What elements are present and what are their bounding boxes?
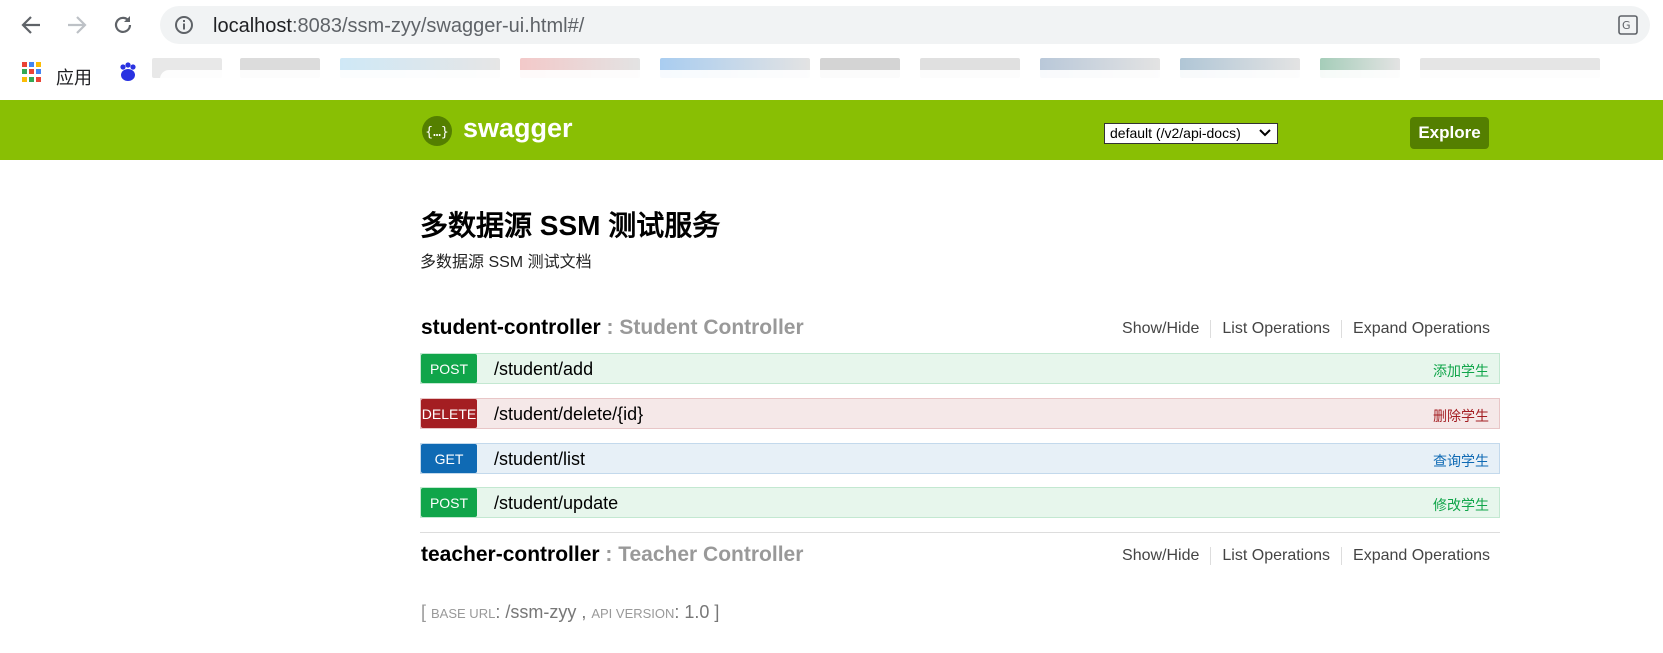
- resource-description: : Teacher Controller: [599, 543, 804, 566]
- back-arrow-icon: [21, 16, 40, 34]
- url-path: :8083/ssm-zyy/swagger-ui.html#/: [291, 15, 585, 37]
- show-hide-link[interactable]: Show/Hide: [1111, 320, 1210, 338]
- resource-heading-student: student-controller : Student Controller …: [421, 316, 1501, 346]
- http-method-badge[interactable]: GET: [421, 444, 477, 473]
- spec-select-value: default (/v2/api-docs): [1110, 125, 1241, 141]
- api-footer: [ BASE URL: /ssm-zyy , API VERSION: 1.0 …: [421, 602, 719, 623]
- show-hide-link[interactable]: Show/Hide: [1111, 547, 1210, 565]
- footer-bracket: [: [421, 602, 432, 622]
- svg-text:G: G: [1622, 19, 1631, 32]
- operation-summary[interactable]: 修改学生: [1433, 495, 1489, 515]
- back-button[interactable]: [18, 12, 44, 38]
- list-operations-link[interactable]: List Operations: [1210, 320, 1341, 338]
- resource-name[interactable]: teacher-controller: [421, 543, 600, 566]
- resource-name[interactable]: student-controller: [421, 316, 601, 339]
- swagger-logo-icon[interactable]: {…}: [421, 115, 453, 147]
- list-operations-link[interactable]: List Operations: [1210, 547, 1341, 565]
- operation-path[interactable]: /student/add: [494, 359, 593, 380]
- expand-operations-link[interactable]: Expand Operations: [1341, 320, 1501, 338]
- operation-path[interactable]: /student/update: [494, 493, 618, 514]
- resource-title[interactable]: teacher-controller : Teacher Controller: [421, 543, 803, 567]
- spec-select[interactable]: default (/v2/api-docs): [1104, 123, 1278, 144]
- operation-summary[interactable]: 添加学生: [1433, 361, 1489, 381]
- api-description: 多数据源 SSM 测试文档: [420, 254, 592, 271]
- browser-toolbar: localhost:8083/ssm-zyy/swagger-ui.html#/…: [0, 0, 1663, 50]
- operation-summary[interactable]: 删除学生: [1433, 406, 1489, 426]
- operation-row[interactable]: POST /student/add 添加学生: [420, 353, 1500, 384]
- svg-text:{…}: {…}: [425, 125, 448, 140]
- operation-row[interactable]: GET /student/list 查询学生: [420, 443, 1500, 474]
- bookmark-apps-label[interactable]: 应用: [56, 64, 92, 90]
- reload-icon: [114, 16, 132, 33]
- redaction-stroke: [160, 70, 1620, 88]
- http-method-badge[interactable]: DELETE: [421, 399, 477, 428]
- operation-row[interactable]: POST /student/update 修改学生: [420, 487, 1500, 518]
- explore-button[interactable]: Explore: [1410, 117, 1489, 149]
- address-bar[interactable]: localhost:8083/ssm-zyy/swagger-ui.html#/…: [160, 6, 1650, 44]
- apps-grid-icon[interactable]: [22, 62, 42, 82]
- translate-icon[interactable]: G: [1618, 15, 1638, 35]
- base-url-value: : /ssm-zyy ,: [495, 602, 592, 622]
- api-version-value: : 1.0 ]: [674, 602, 720, 622]
- expand-operations-link[interactable]: Expand Operations: [1341, 547, 1501, 565]
- url-host: localhost: [213, 15, 292, 37]
- resource-actions: Show/Hide List Operations Expand Operati…: [1111, 320, 1501, 338]
- api-version-label: API VERSION: [591, 606, 675, 621]
- resource-description: : Student Controller: [600, 316, 804, 339]
- base-url-label: BASE URL: [431, 606, 496, 621]
- baidu-paw-icon[interactable]: [117, 61, 139, 83]
- forward-button[interactable]: [64, 12, 90, 38]
- http-method-badge[interactable]: POST: [421, 488, 477, 517]
- info-icon[interactable]: [174, 15, 194, 35]
- chevron-down-icon: [1259, 129, 1271, 137]
- operation-path[interactable]: /student/list: [494, 449, 585, 470]
- swagger-logo-text[interactable]: swagger: [463, 113, 573, 144]
- reload-button[interactable]: [110, 12, 136, 38]
- http-method-badge[interactable]: POST: [421, 354, 477, 383]
- operation-summary[interactable]: 查询学生: [1433, 451, 1489, 471]
- url-text[interactable]: localhost:8083/ssm-zyy/swagger-ui.html#/: [213, 15, 584, 38]
- operation-row[interactable]: DELETE /student/delete/{id} 删除学生: [420, 398, 1500, 429]
- forward-arrow-icon: [68, 16, 87, 34]
- resource-title[interactable]: student-controller : Student Controller: [421, 316, 804, 340]
- api-title: 多数据源 SSM 测试服务: [420, 210, 721, 241]
- resource-actions: Show/Hide List Operations Expand Operati…: [1111, 547, 1501, 565]
- operation-path[interactable]: /student/delete/{id}: [494, 404, 643, 425]
- resource-divider: [420, 532, 1500, 533]
- resource-heading-teacher: teacher-controller : Teacher Controller …: [421, 543, 1501, 573]
